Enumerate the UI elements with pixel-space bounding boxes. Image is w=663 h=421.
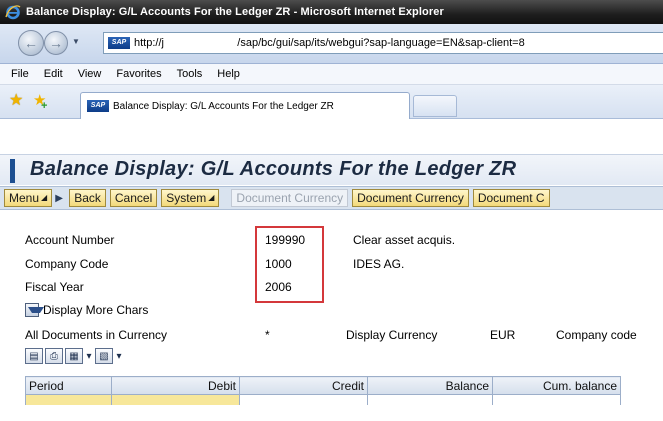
company-code-header: Company code [556,328,637,342]
cancel-button[interactable]: Cancel [109,189,158,207]
sap-toolbar: Menu ◢ ▶ Back Cancel System ◢ Document C… [0,186,663,210]
table-header-row: Period Debit Credit Balance Cum. balance [25,376,621,395]
internet-explorer-icon [5,5,21,20]
browser-menu-bar: File Edit View Favorites Tools Help [0,64,663,85]
back-button[interactable]: Back [69,189,106,207]
column-credit[interactable]: Credit [239,376,368,395]
details-icon[interactable]: ▤ [25,348,43,364]
back-arrow-icon[interactable]: ← [18,30,44,56]
system-button[interactable]: System ◢ [161,189,220,207]
display-more-chars-button[interactable]: Display More Chars [25,303,148,317]
account-number-label: Account Number [25,233,115,247]
toolbar-arrow-icon: ▶ [55,192,63,204]
new-tab-button[interactable] [413,95,457,117]
column-balance[interactable]: Balance [367,376,493,395]
balance-table: Period Debit Credit Balance Cum. balance [25,376,621,405]
table-cell[interactable] [239,394,368,405]
address-url[interactable]: http://j /sap/bc/gui/sap/its/webgui?sap-… [134,37,525,49]
menu-edit[interactable]: Edit [44,68,63,80]
window-title-bar: Balance Display: G/L Accounts For the Le… [0,0,663,24]
table-cell[interactable] [111,394,240,405]
company-code-label: Company Code [25,257,109,271]
browser-tab[interactable]: SAP Balance Display: G/L Accounts For th… [80,92,410,119]
display-currency-value: EUR [490,328,516,342]
browser-tab-bar: ★ ★ + SAP Balance Display: G/L Accounts F… [0,85,663,119]
menu-tools[interactable]: Tools [177,68,203,80]
favorites-star-icon[interactable]: ★ [9,93,23,109]
menu-button[interactable]: Menu ◢ [4,189,53,207]
sap-tab-icon: SAP [87,100,109,112]
layout-icon[interactable]: ▧ [95,348,113,364]
sap-favicon-icon: SAP [108,37,130,49]
document-currency-disabled-button: Document Currency [231,189,349,207]
menu-dropdown-icon: ◢ [41,193,48,202]
address-input[interactable]: SAP http://j /sap/bc/gui/sap/its/webgui?… [103,32,663,54]
column-debit[interactable]: Debit [111,376,240,395]
window-title: Balance Display: G/L Accounts For the Le… [26,6,444,18]
fiscal-year-label: Fiscal Year [25,280,84,294]
display-more-chars-label: Display More Chars [43,303,149,317]
company-code-description: IDES AG. [353,257,405,271]
menu-favorites[interactable]: Favorites [116,68,161,80]
dropdown-icon[interactable]: ▾ [85,348,93,364]
menu-file[interactable]: File [11,68,29,80]
all-documents-label: All Documents in Currency [25,328,168,342]
account-number-description: Clear asset acquis. [353,233,456,247]
navigation-bar: ← → ▼ SAP http://j /sap/bc/gui/sap/its/w… [0,24,663,64]
page-title: Balance Display: G/L Accounts For the Le… [30,158,517,180]
highlight-box [255,226,324,303]
menu-button-label: Menu [9,191,40,205]
currency-star: * [265,328,270,342]
history-dropdown-icon[interactable]: ▼ [72,37,80,46]
column-period[interactable]: Period [25,376,112,395]
sap-title-area: Balance Display: G/L Accounts For the Le… [0,154,663,185]
document-currency-button[interactable]: Document Currency [352,189,469,207]
system-dropdown-icon: ◢ [208,193,215,202]
document-currency-button-2[interactable]: Document C [472,189,550,207]
layout-dropdown-icon[interactable]: ▾ [115,348,123,364]
title-accent-bar [10,159,15,183]
display-currency-label: Display Currency [346,328,438,342]
add-favorite-icon[interactable]: ★ + [33,93,47,113]
export-icon[interactable]: ▦ [65,348,83,364]
forward-arrow-icon[interactable]: → [44,31,68,55]
menu-help[interactable]: Help [217,68,240,80]
column-cum-balance[interactable]: Cum. balance [492,376,621,395]
print-icon[interactable]: ⎙ [45,348,63,364]
tab-label: Balance Display: G/L Accounts For the Le… [113,100,334,112]
table-cell[interactable] [492,394,621,405]
system-button-label: System [166,191,207,205]
table-cell[interactable] [25,394,112,405]
table-row[interactable] [25,394,621,405]
filter-icon [25,303,44,317]
table-cell[interactable] [367,394,493,405]
menu-view[interactable]: View [78,68,102,80]
grid-toolbar: ▤ ⎙ ▦ ▾ ▧ ▾ [25,346,125,366]
